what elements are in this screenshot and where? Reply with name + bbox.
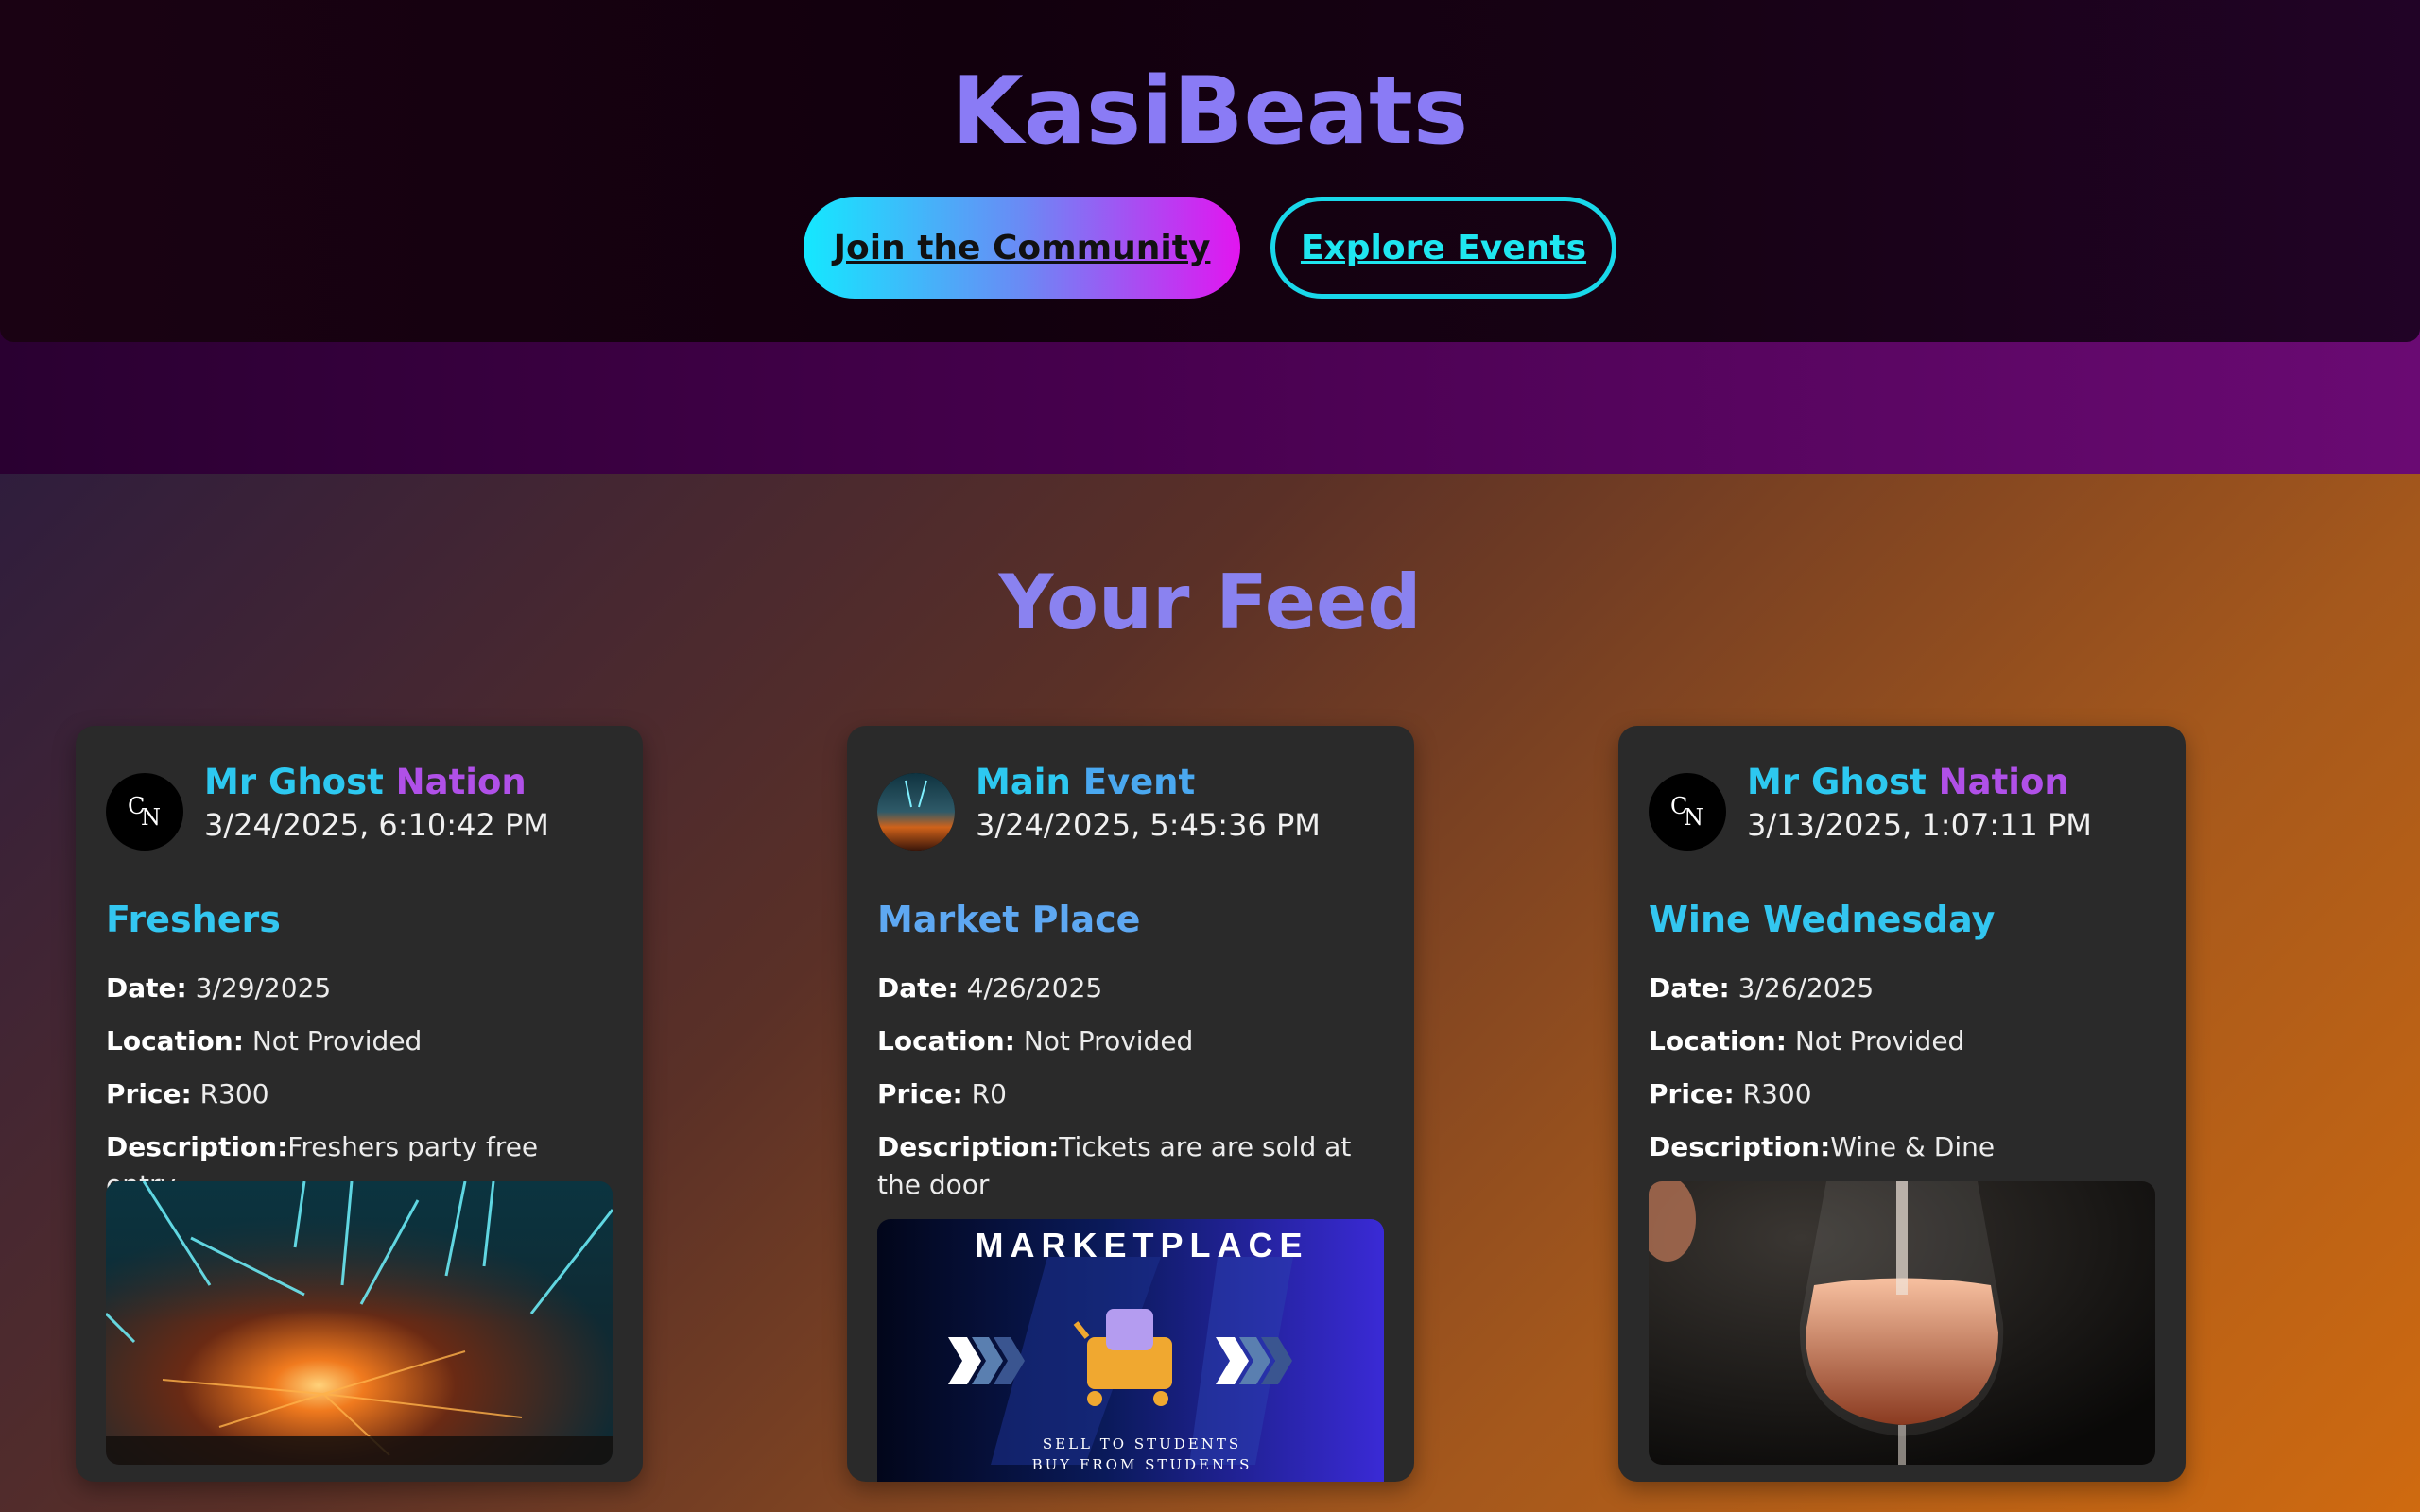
author-name[interactable]: Mr Ghost Nation <box>204 760 527 805</box>
marketplace-line2: BUY FROM STUDENTS <box>1032 1456 1253 1473</box>
brand-title: KasiBeats <box>951 58 1469 165</box>
event-date: Date: 3/29/2025 <box>106 972 332 1004</box>
event-location: Location: Not Provided <box>877 1025 1194 1057</box>
event-price: Price: R300 <box>106 1078 269 1109</box>
join-community-button[interactable]: Join the Community <box>804 197 1240 299</box>
gn-monogram-icon[interactable]: CN <box>1649 773 1726 850</box>
event-date: Date: 4/26/2025 <box>877 972 1103 1004</box>
event-title[interactable]: Freshers <box>106 896 281 943</box>
post-timestamp: 3/24/2025, 6:10:42 PM <box>204 807 549 843</box>
gn-monogram-icon[interactable]: CN <box>106 773 183 850</box>
post-timestamp: 3/13/2025, 1:07:11 PM <box>1747 807 2092 843</box>
hero-header: KasiBeats Join the Community Explore Eve… <box>0 0 2420 342</box>
event-date: Date: 3/26/2025 <box>1649 972 1875 1004</box>
event-title[interactable]: Market Place <box>877 896 1140 943</box>
concert-lasers-photo[interactable] <box>106 1181 613 1465</box>
marketplace-banner[interactable]: MARKETPLACE SELL TO STUDENTS BUY FROM ST… <box>877 1219 1384 1482</box>
feed-title: Your Feed <box>998 558 1422 646</box>
marketplace-headline: MARKETPLACE <box>976 1226 1309 1264</box>
wine-glass-photo[interactable] <box>1649 1181 2155 1465</box>
event-location: Location: Not Provided <box>106 1025 423 1057</box>
explore-events-button[interactable]: Explore Events <box>1270 197 1616 299</box>
event-price: Price: R300 <box>1649 1078 1812 1109</box>
event-card-wine-wednesday[interactable]: CN Mr Ghost Nation 3/13/2025, 1:07:11 PM… <box>1618 726 2186 1482</box>
event-location: Location: Not Provided <box>1649 1025 1965 1057</box>
event-card-freshers[interactable]: CN Mr Ghost Nation 3/24/2025, 6:10:42 PM… <box>76 726 643 1482</box>
event-card-market-place[interactable]: Main Event 3/24/2025, 5:45:36 PM Market … <box>847 726 1414 1482</box>
event-price: Price: R0 <box>877 1078 1007 1109</box>
sunset-avatar-icon[interactable] <box>877 773 955 850</box>
event-description: Description:Tickets are are sold at the … <box>877 1131 1352 1200</box>
author-name[interactable]: Main Event <box>976 760 1195 805</box>
event-description: Description:Wine & Dine <box>1649 1131 1996 1162</box>
author-name[interactable]: Mr Ghost Nation <box>1747 760 2069 805</box>
post-timestamp: 3/24/2025, 5:45:36 PM <box>976 807 1321 843</box>
marketplace-line1: SELL TO STUDENTS <box>1043 1435 1241 1452</box>
event-title[interactable]: Wine Wednesday <box>1649 896 1995 943</box>
